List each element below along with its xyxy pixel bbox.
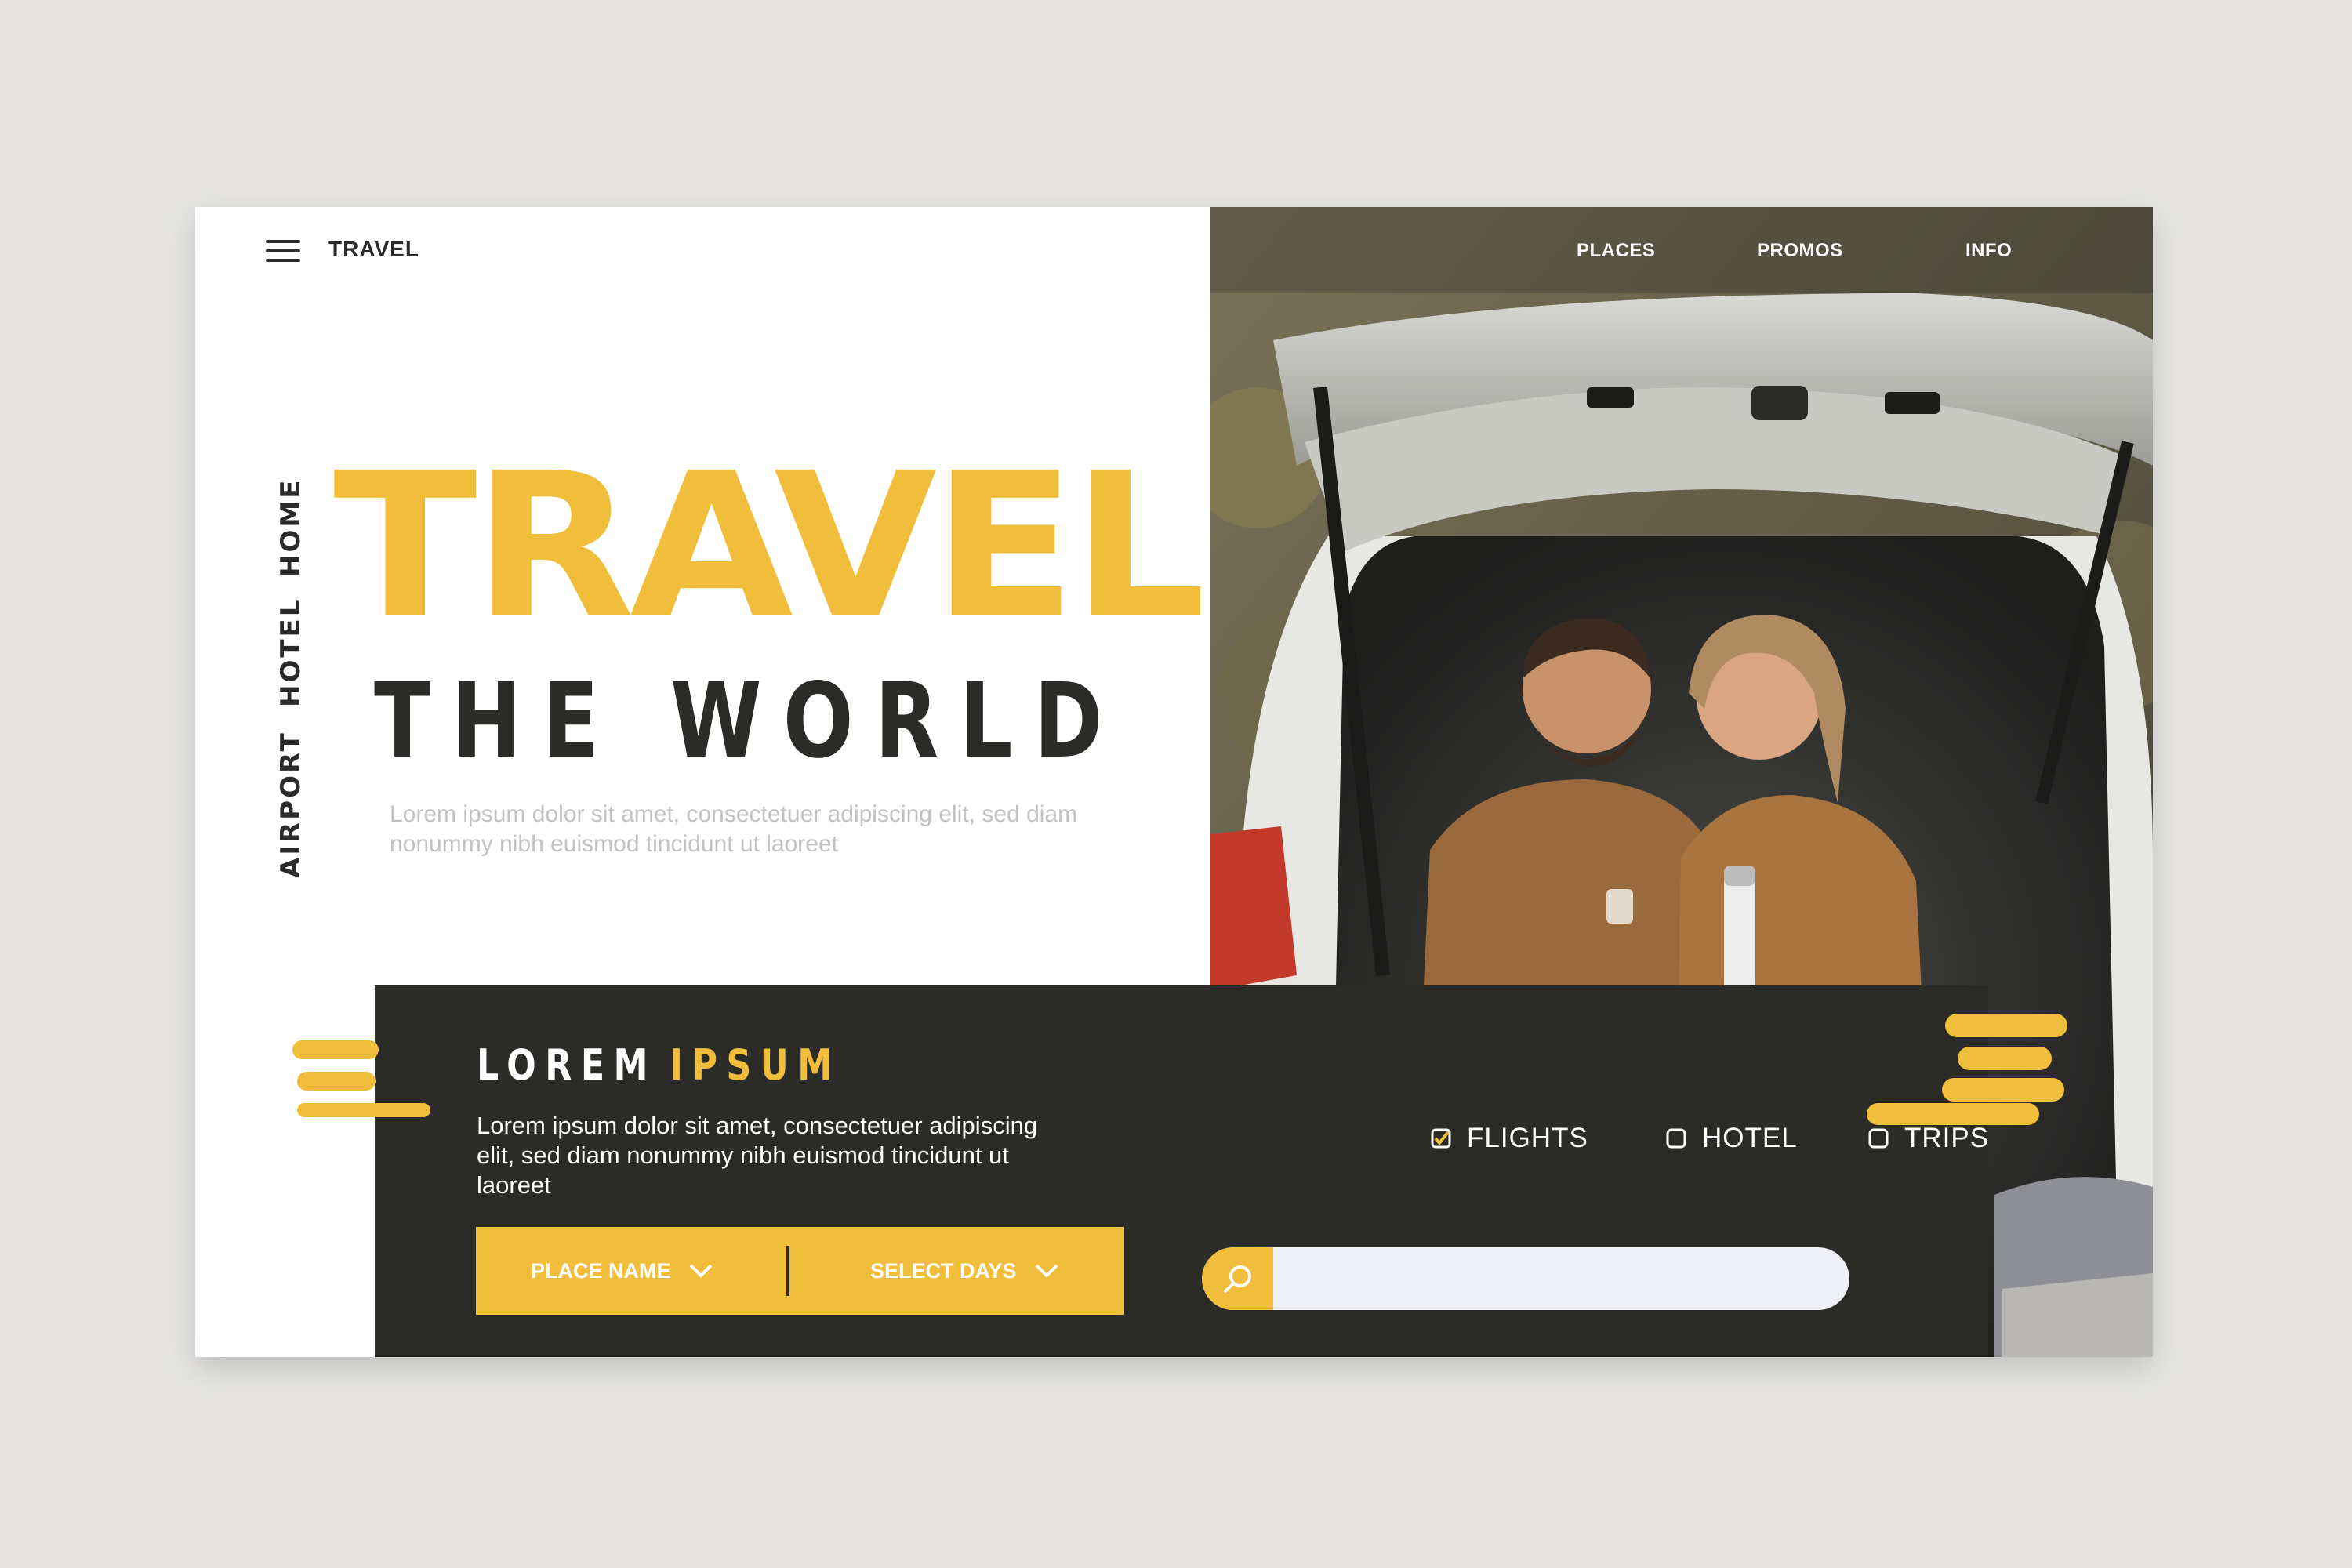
nav-link-info[interactable]: INFO	[1965, 240, 2012, 262]
checkbox-checked-icon	[1431, 1128, 1451, 1149]
hero-description: Lorem ipsum dolor sit amet, consectetuer…	[390, 801, 1078, 857]
landing-page-card: TRAVEL PLACES PROMOS INFO HOME HOTEL AIR…	[195, 207, 2153, 1357]
panel-description: Lorem ipsum dolor sit amet, consectetuer…	[477, 1112, 1038, 1199]
hamburger-menu-icon[interactable]	[266, 240, 300, 263]
option-hotel-label: HOTEL	[1702, 1123, 1798, 1153]
cloud-decoration-left	[292, 1040, 430, 1117]
checkbox-unchecked-icon	[1868, 1128, 1889, 1149]
side-nav-hotel[interactable]: HOTEL	[275, 597, 307, 707]
place-name-label: PLACE NAME	[531, 1258, 671, 1283]
select-days-dropdown[interactable]: SELECT DAYS	[870, 1227, 1059, 1315]
place-name-dropdown[interactable]: PLACE NAME	[531, 1227, 713, 1315]
panel-title: LOREM IPSUM	[477, 1040, 841, 1090]
chevron-down-icon	[1035, 1264, 1058, 1278]
search-button[interactable]	[1202, 1247, 1273, 1310]
option-flights-checkbox[interactable]: FLIGHTS	[1431, 1123, 1588, 1154]
brand-name[interactable]: TRAVEL	[328, 237, 419, 262]
booking-panel: LOREM IPSUM Lorem ipsum dolor sit amet, c…	[375, 985, 1988, 1357]
nav-link-places[interactable]: PLACES	[1577, 240, 1655, 262]
panel-title-yellow: IPSUM	[670, 1040, 841, 1090]
option-flights-label: FLIGHTS	[1467, 1123, 1588, 1153]
hero-title: TRAVEL	[333, 430, 1206, 662]
nav-link-promos[interactable]: PROMOS	[1757, 240, 1843, 262]
search-icon	[1223, 1265, 1251, 1293]
panel-title-white: LOREM	[477, 1040, 658, 1090]
cloud-decoration-right	[1867, 1014, 2067, 1125]
checkbox-unchecked-icon	[1666, 1128, 1686, 1149]
hero-subtitle: THE WORLD	[374, 661, 1124, 782]
option-hotel-checkbox[interactable]: HOTEL	[1666, 1123, 1798, 1154]
picker-divider	[786, 1246, 789, 1296]
side-nav-home[interactable]: HOME	[275, 478, 307, 577]
search-bar	[1202, 1247, 1849, 1310]
select-days-label: SELECT DAYS	[870, 1258, 1017, 1283]
chevron-down-icon	[689, 1264, 712, 1278]
place-days-picker: PLACE NAME SELECT DAYS	[476, 1227, 1124, 1315]
search-input[interactable]	[1280, 1247, 1832, 1310]
side-nav-airport[interactable]: AIRPORT	[275, 731, 307, 878]
